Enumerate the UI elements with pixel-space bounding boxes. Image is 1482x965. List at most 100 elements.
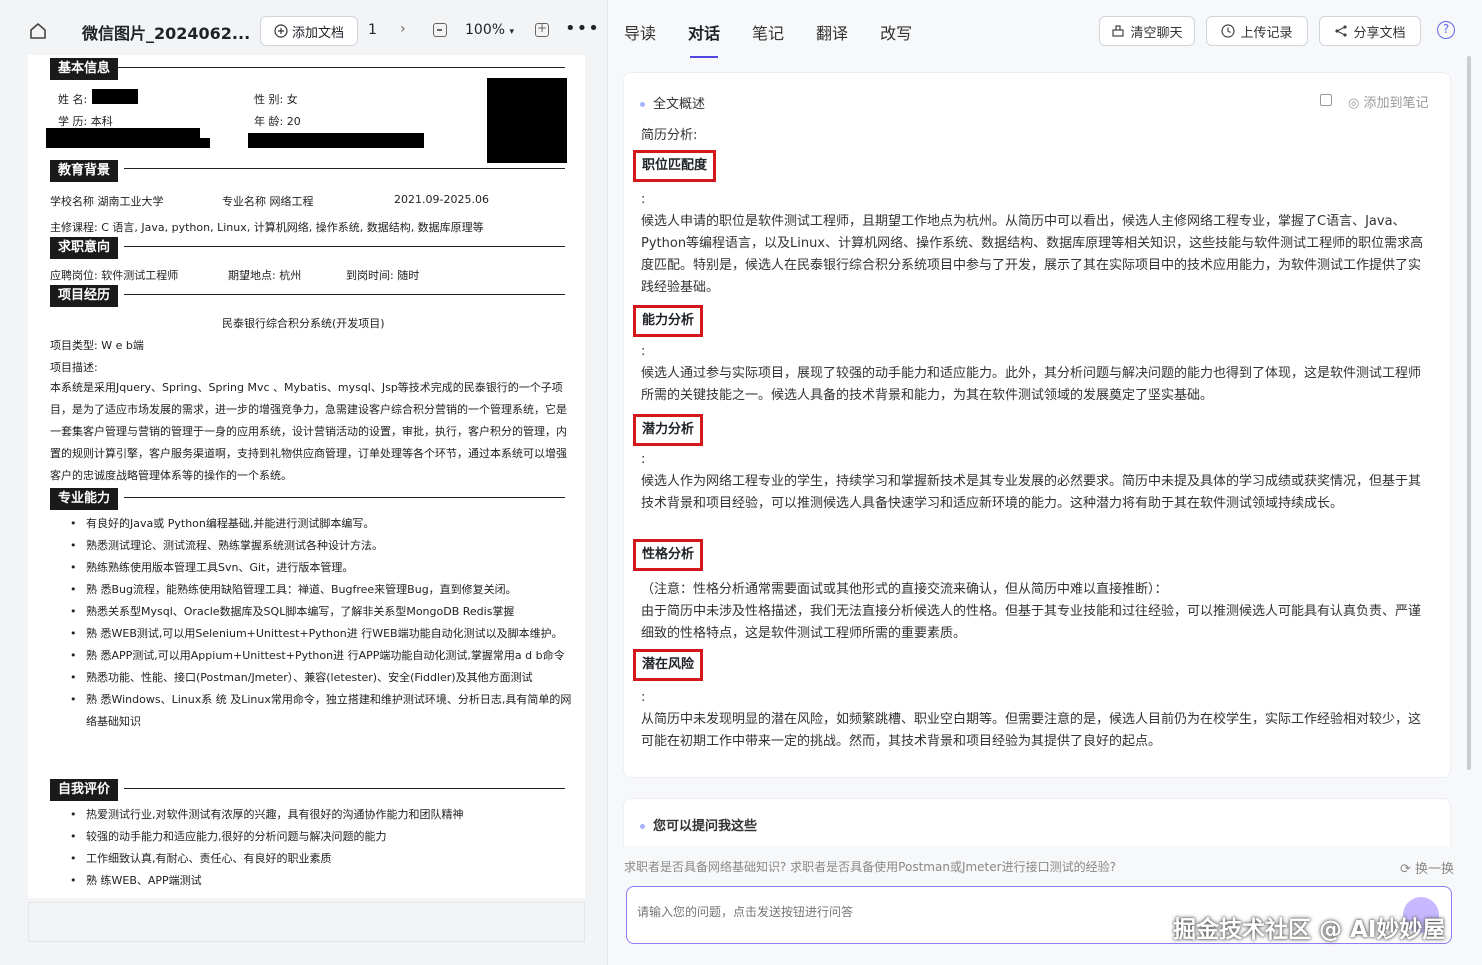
skills-list: 有良好的Java或 Python编程基础,并能进行测试脚本编写。 熟悉测试理论、… bbox=[70, 513, 572, 733]
clock-icon bbox=[1221, 24, 1236, 38]
courses-field: 主修课程: C 语言, Java, python, Linux, 计算机网络, … bbox=[50, 221, 484, 234]
list-item: 较强的动手能力和适应能力,很好的分析问题与解决问题的能力 bbox=[70, 826, 572, 848]
copy-icon[interactable] bbox=[1320, 94, 1332, 106]
zoom-in-icon[interactable] bbox=[535, 21, 549, 37]
section-skills: 专业能力 bbox=[50, 488, 119, 510]
upload-records-button[interactable]: 上传记录 bbox=[1206, 16, 1308, 46]
chevron-right-icon[interactable]: › bbox=[400, 21, 406, 37]
tab-notes[interactable]: 笔记 bbox=[752, 20, 784, 44]
list-item: 熟练熟练使用版本管理工具Svn、Git，进行版本管理。 bbox=[70, 557, 572, 579]
period-field: 2021.09-2025.06 bbox=[394, 193, 489, 206]
section-colon: : bbox=[641, 452, 646, 467]
document-title: 微信图片_2024062... bbox=[82, 24, 251, 43]
arrival-field: 到岗时间: 随时 bbox=[346, 269, 420, 282]
tab-guide[interactable]: 导读 bbox=[624, 20, 656, 44]
list-item: 熟 悉APP测试,可以用Appium+Unittest+Python进 行APP… bbox=[70, 645, 572, 667]
ask-title: 您可以提问我这些 bbox=[653, 819, 758, 834]
list-item: 工作细致认真,有耐心、责任心、有良好的职业素质 bbox=[70, 848, 572, 870]
refresh-label: 换一换 bbox=[1415, 862, 1455, 877]
assistant-tabs: 导读 对话 笔记 翻译 改写 bbox=[624, 20, 912, 58]
redacted-field bbox=[46, 138, 210, 148]
project-name: 民泰银行综合积分系统(开发项目) bbox=[222, 317, 385, 330]
section-body: 由于简历中未涉及性格描述，我们无法直接分析候选人的性格。但基于其专业技能和过往经… bbox=[641, 604, 1422, 641]
bullet-dot-icon bbox=[640, 824, 645, 829]
list-item: 热爱测试行业,对软件测试有浓厚的兴趣，具有很好的沟通协作能力和团队精神 bbox=[70, 804, 572, 826]
heading-potential-analysis: 潜力分析 bbox=[633, 414, 704, 446]
section-divider bbox=[124, 294, 565, 295]
ask-header: 您可以提问我这些 bbox=[640, 815, 757, 834]
project-desc-label: 项目描述: bbox=[50, 361, 98, 374]
section-body: 从简历中未发现明显的潜在风险，如频繁跳槽、职业空白期等。但需要注意的是，候选人目… bbox=[641, 712, 1422, 749]
caret-down-icon: ▾ bbox=[509, 27, 515, 37]
list-item: 熟 练WEB、APP端测试 bbox=[70, 870, 572, 892]
page-number[interactable]: 1 bbox=[368, 22, 377, 38]
note-icon: ◎ bbox=[1348, 96, 1360, 111]
scrollbar[interactable] bbox=[1467, 56, 1471, 770]
document-pane: 微信图片_2024062... 添加文档 1 › 100% ▾ ••• 基本信息… bbox=[0, 0, 607, 965]
document-toolbar: 微信图片_2024062... 添加文档 1 › 100% ▾ ••• bbox=[0, 0, 607, 60]
broom-icon bbox=[1112, 25, 1125, 37]
self-eval-list: 热爱测试行业,对软件测试有浓厚的兴趣，具有很好的沟通协作能力和团队精神 较强的动… bbox=[70, 804, 572, 892]
zoom-out-icon[interactable] bbox=[433, 23, 447, 37]
zoom-select[interactable]: 100% ▾ bbox=[465, 22, 514, 38]
add-document-button[interactable]: 添加文档 bbox=[260, 16, 358, 46]
redacted-photo bbox=[487, 78, 567, 163]
suggested-questions[interactable]: 求职者是否具备网络基础知识? 求职者是否具备使用Postman或Jmeter进行… bbox=[624, 858, 1116, 875]
summary-header: 全文概述 bbox=[640, 93, 705, 112]
home-icon[interactable] bbox=[28, 21, 48, 41]
redacted-field bbox=[248, 133, 424, 148]
section-body: 候选人申请的职位是软件测试工程师，且期望工作地点为杭州。从简历中可以看出，候选人… bbox=[641, 214, 1424, 295]
summary-title: 全文概述 bbox=[653, 97, 706, 112]
list-item: 熟 悉Bug流程，能熟练使用缺陷管理工具：禅道、Bugfree来管理Bug，直到… bbox=[70, 579, 572, 601]
clear-chat-button[interactable]: 清空聊天 bbox=[1099, 16, 1195, 46]
section-self-eval: 自我评价 bbox=[50, 779, 119, 801]
section-divider bbox=[124, 246, 565, 247]
redacted-name bbox=[92, 89, 138, 104]
help-icon[interactable]: ? bbox=[1437, 21, 1455, 39]
next-page-placeholder bbox=[28, 902, 585, 942]
more-icon[interactable]: ••• bbox=[565, 18, 600, 39]
section-body: 候选人通过参与实际项目，展现了较强的动手能力和适应能力。此外，其分析问题与解决问… bbox=[641, 366, 1422, 403]
redacted-field bbox=[46, 128, 200, 138]
section-job-intent: 求职意向 bbox=[50, 237, 119, 259]
ask-card: 您可以提问我这些 bbox=[623, 798, 1451, 846]
section-divider bbox=[124, 168, 565, 169]
heading-potential-risk: 潜在风险 bbox=[633, 649, 704, 681]
section-colon: : bbox=[641, 344, 646, 359]
heading-position-match: 职位匹配度 bbox=[633, 150, 717, 182]
bullet-dot-icon bbox=[640, 102, 645, 107]
section-divider bbox=[118, 67, 565, 68]
school-field: 学校名称 湖南工业大学 bbox=[50, 195, 164, 208]
major-field: 专业名称 网络工程 bbox=[222, 195, 314, 208]
name-label: 姓 名: bbox=[58, 93, 88, 106]
section-colon: : bbox=[641, 192, 646, 207]
add-to-notes-label: 添加到笔记 bbox=[1363, 96, 1429, 111]
tab-chat[interactable]: 对话 bbox=[688, 20, 720, 58]
assistant-pane: 导读 对话 笔记 翻译 改写 清空聊天 上传记录 分享文档 ? 全文概述 ◎ 添… bbox=[608, 0, 1482, 965]
list-item: 熟悉测试理论、测试流程、熟练掌握系统测试各种设计方法。 bbox=[70, 535, 572, 557]
tab-rewrite[interactable]: 改写 bbox=[880, 20, 912, 44]
section-divider bbox=[124, 788, 565, 789]
resume-analysis-intro: 简历分析: bbox=[641, 128, 698, 143]
share-document-button[interactable]: 分享文档 bbox=[1319, 16, 1421, 46]
gender-field: 性 别: 女 bbox=[254, 93, 298, 106]
heading-personality-analysis: 性格分析 bbox=[633, 539, 704, 571]
section-colon: （注意：性格分析通常需要面试或其他形式的直接交流来确认，但从简历中难以直接推断）… bbox=[641, 582, 1168, 597]
summary-card: 全文概述 ◎ 添加到笔记 简历分析: 职位匹配度 : 候选人申请的职位是软件测试… bbox=[623, 72, 1451, 778]
tab-translate[interactable]: 翻译 bbox=[816, 20, 848, 44]
list-item: 熟 悉Windows、Linux系 统 及Linux常用命令，独立搭建和维护测试… bbox=[70, 689, 572, 733]
watermark: 掘金技术社区 @ AI妙妙屋 bbox=[1173, 917, 1446, 943]
section-divider bbox=[124, 497, 565, 498]
add-to-notes-button[interactable]: ◎ 添加到笔记 bbox=[1348, 92, 1429, 111]
list-item: 熟悉功能、性能、接口(Postman/Jmeter）、兼容(letester)、… bbox=[70, 667, 572, 689]
education-field: 学 历: 本科 bbox=[58, 115, 113, 128]
refresh-button[interactable]: ⟳ 换一换 bbox=[1400, 858, 1454, 877]
heading-ability-analysis: 能力分析 bbox=[633, 305, 704, 337]
upload-records-label: 上传记录 bbox=[1240, 25, 1293, 41]
section-projects: 项目经历 bbox=[50, 285, 119, 307]
resume-page: 基本信息 姓 名: 性 别: 女 学 历: 本科 年 龄: 20 教育背景 学校… bbox=[28, 55, 585, 898]
section-basic-info: 基本信息 bbox=[50, 58, 119, 80]
clear-chat-label: 清空聊天 bbox=[1130, 25, 1183, 41]
section-education: 教育背景 bbox=[50, 160, 119, 182]
list-item: 熟悉关系型Mysql、Oracle数据库及SQL脚本编写，了解非关系型Mongo… bbox=[70, 601, 572, 623]
